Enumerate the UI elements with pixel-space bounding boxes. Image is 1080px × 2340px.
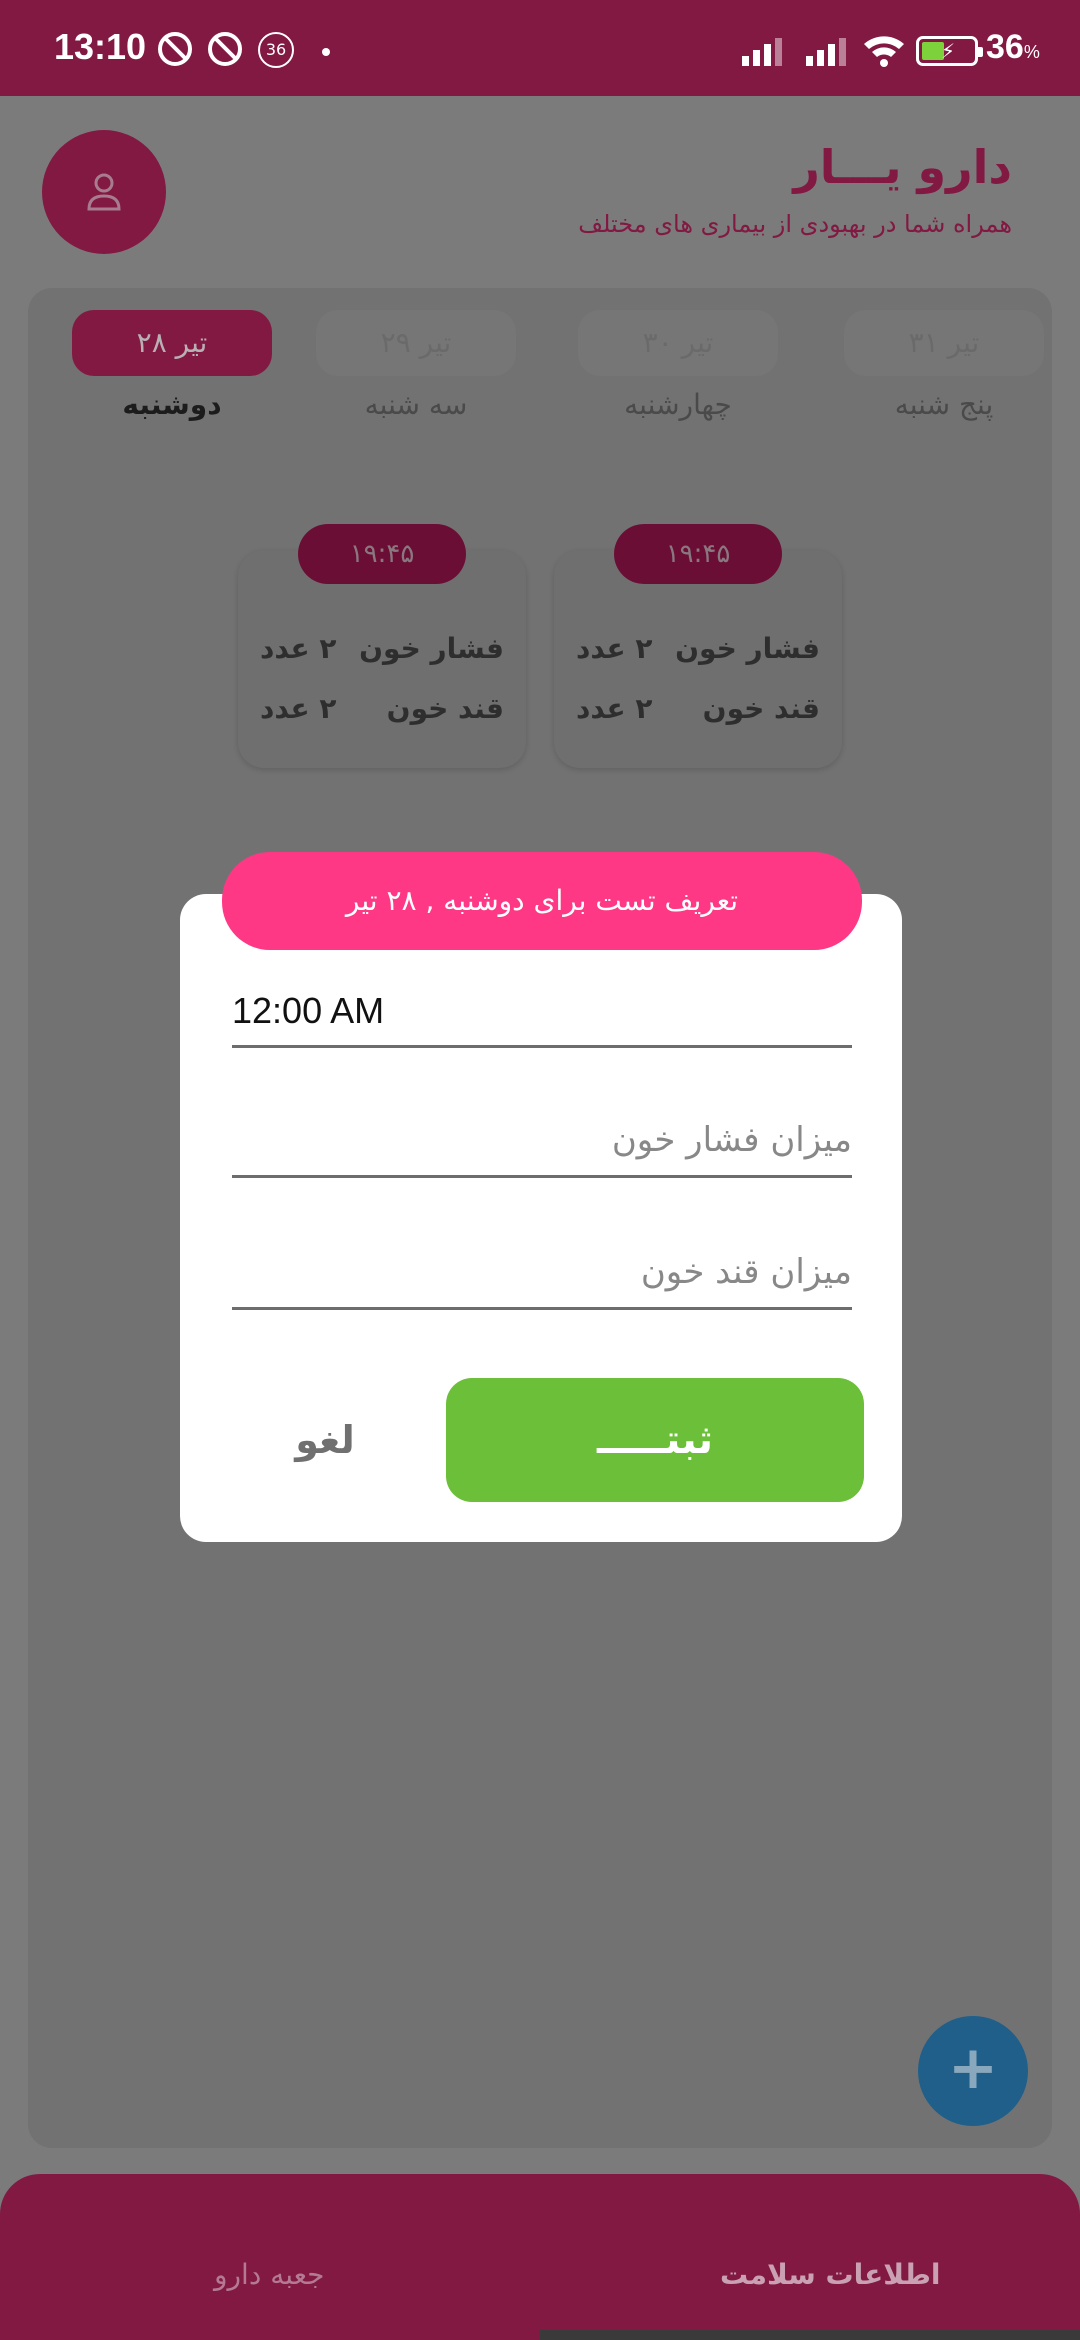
app-title: دارو یـــار xyxy=(793,140,1012,194)
day-tab-thursday[interactable]: تیر ۳۱ پنج شنبه xyxy=(844,310,1044,421)
profile-button[interactable] xyxy=(42,130,166,254)
status-bar: 13:10 36 ⚡ 36% xyxy=(0,0,1080,96)
day-weekday: چهارشنبه xyxy=(624,388,732,421)
nav-health-info[interactable]: اطلاعات سلامت xyxy=(720,2258,941,2291)
status-time: 13:10 xyxy=(54,26,147,67)
blood-sugar-label: قند خون xyxy=(386,692,504,725)
signal-icon xyxy=(806,34,866,66)
blood-pressure-value: ۲ عدد xyxy=(260,632,337,665)
day-date: تیر ۲۹ xyxy=(316,310,516,376)
time-input[interactable] xyxy=(232,990,852,1032)
battery-icon: ⚡ xyxy=(916,36,983,66)
dialog-title: تعریف تست برای دوشنبه , ۲۸ تیر xyxy=(222,852,862,950)
blood-sugar-value: ۲ عدد xyxy=(576,692,653,725)
day-date: تیر ۳۰ xyxy=(578,310,778,376)
time-field[interactable] xyxy=(232,990,852,1048)
day-tab-wednesday[interactable]: تیر ۳۰ چهارشنبه xyxy=(578,310,778,421)
battery-percent: 36% xyxy=(986,28,1040,66)
test-time-badge: ۱۹:۴۵ xyxy=(614,524,782,584)
nav-medicine-box[interactable]: جعبه دارو xyxy=(214,2258,324,2291)
day-date: تیر ۳۱ xyxy=(844,310,1044,376)
notification-count-badge: 36 xyxy=(258,32,294,68)
day-tab-tuesday[interactable]: تیر ۲۹ سه شنبه xyxy=(316,310,516,421)
blood-sugar-field[interactable] xyxy=(232,1252,852,1310)
day-weekday: پنج شنبه xyxy=(894,388,994,421)
blood-sugar-value: ۲ عدد xyxy=(260,692,337,725)
test-card[interactable]: ۱۹:۴۵ فشار خون ۲ عدد قند خون ۲ عدد xyxy=(238,524,526,768)
blocked-notification-icon xyxy=(208,32,242,66)
more-notifications-dot-icon xyxy=(322,48,330,56)
cancel-button[interactable]: لغو xyxy=(270,1410,380,1470)
home-indicator xyxy=(540,2330,1080,2340)
app-subtitle: همراه شما در بهبودی از بیماری های مختلف xyxy=(578,210,1012,238)
day-weekday: سه شنبه xyxy=(364,388,468,421)
user-icon xyxy=(87,173,121,211)
blocked-notification-icon xyxy=(158,32,192,66)
test-card[interactable]: ۱۹:۴۵ فشار خون ۲ عدد قند خون ۲ عدد xyxy=(554,524,842,768)
blood-sugar-label: قند خون xyxy=(702,692,820,725)
blood-sugar-input[interactable] xyxy=(232,1252,852,1292)
test-time-badge: ۱۹:۴۵ xyxy=(298,524,466,584)
add-test-button[interactable]: + xyxy=(918,2016,1028,2126)
blood-sugar-row: قند خون ۲ عدد xyxy=(576,692,820,725)
blood-pressure-input[interactable] xyxy=(232,1120,852,1160)
day-date: تیر ۲۸ xyxy=(72,310,272,376)
blood-sugar-row: قند خون ۲ عدد xyxy=(260,692,504,725)
blood-pressure-label: فشار خون xyxy=(675,632,820,665)
wifi-icon xyxy=(864,36,904,67)
app-header: دارو یـــار همراه شما در بهبودی از بیمار… xyxy=(0,96,1080,286)
day-tab-monday[interactable]: تیر ۲۸ دوشنبه xyxy=(72,310,272,421)
blood-pressure-label: فشار خون xyxy=(359,632,504,665)
blood-pressure-row: فشار خون ۲ عدد xyxy=(576,632,820,665)
blood-pressure-row: فشار خون ۲ عدد xyxy=(260,632,504,665)
blood-pressure-value: ۲ عدد xyxy=(576,632,653,665)
bottom-nav: اطلاعات سلامت جعبه دارو xyxy=(0,2174,1080,2340)
signal-icon xyxy=(742,34,802,66)
blood-pressure-field[interactable] xyxy=(232,1120,852,1178)
day-weekday: دوشنبه xyxy=(122,388,222,421)
save-button[interactable]: ثبتـــــ xyxy=(446,1378,864,1502)
